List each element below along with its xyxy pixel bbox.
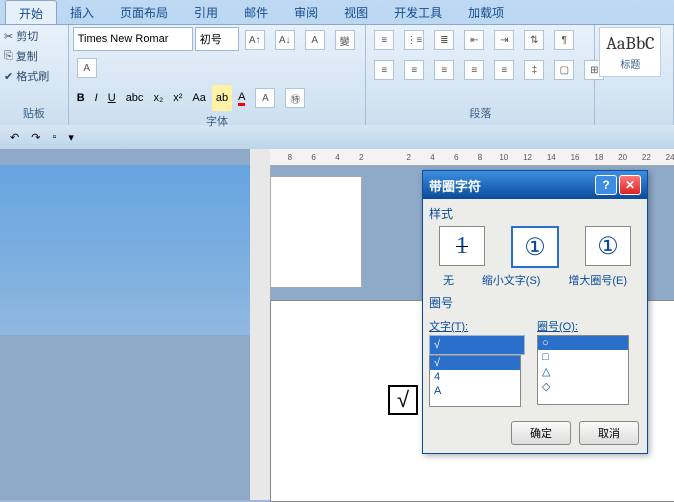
clear-format-button[interactable]: A: [301, 27, 329, 53]
help-button[interactable]: ?: [595, 175, 617, 195]
multilevel-button[interactable]: ≣: [430, 27, 458, 53]
dialog-titlebar[interactable]: 带圈字符 ? ✕: [423, 171, 647, 199]
page-thumbnail: [270, 176, 362, 288]
align-left-button[interactable]: ≡: [370, 57, 398, 83]
align-center-button[interactable]: ≡: [400, 57, 428, 83]
sort-button[interactable]: ⇅: [520, 27, 548, 53]
paragraph-label: 段落: [370, 103, 590, 123]
text-list[interactable]: √ 4 A: [429, 355, 521, 407]
text-input[interactable]: √: [429, 335, 525, 355]
cut-button[interactable]: ✂剪切: [4, 27, 49, 45]
tab-home[interactable]: 开始: [5, 0, 57, 24]
tab-addins[interactable]: 加载项: [455, 0, 517, 24]
circle-section-label: 圈号: [429, 294, 641, 311]
horizontal-ruler[interactable]: 864224681012141618202224: [270, 149, 674, 166]
font-color-button[interactable]: A: [234, 85, 249, 111]
clipboard-group: ✂剪切 ⎘复制 ✔格式刷 贴板: [0, 25, 69, 125]
style-title[interactable]: AaBbC 标题: [599, 27, 661, 77]
indent-dec-button[interactable]: ⇤: [460, 27, 488, 53]
numbering-button[interactable]: ⋮≡: [400, 27, 428, 53]
bold-button[interactable]: B: [73, 85, 89, 111]
undo-button[interactable]: ↶: [6, 127, 23, 147]
show-marks-button[interactable]: ¶: [550, 27, 578, 53]
new-doc-button[interactable]: ▫: [48, 127, 60, 147]
qat-more-button[interactable]: ▾: [64, 127, 78, 147]
char-shading-button[interactable]: A: [251, 85, 279, 111]
tab-references[interactable]: 引用: [181, 0, 231, 24]
enclose-char-button[interactable]: ㊕: [281, 85, 309, 111]
styles-group: AaBbC 标题: [595, 25, 674, 125]
ok-button[interactable]: 确定: [511, 421, 571, 445]
cancel-button[interactable]: 取消: [579, 421, 639, 445]
redo-button[interactable]: ↷: [27, 127, 44, 147]
shading-button[interactable]: ▢: [550, 57, 578, 83]
copy-button[interactable]: ⎘复制: [4, 47, 49, 65]
bullets-button[interactable]: ≡: [370, 27, 398, 53]
tab-mail[interactable]: 邮件: [231, 0, 281, 24]
paragraph-group: ≡ ⋮≡ ≣ ⇤ ⇥ ⇅ ¶ ≡ ≡ ≡ ≡ ≡ ‡ ▢ ⊞ 段落: [366, 25, 595, 125]
tab-layout[interactable]: 页面布局: [107, 0, 181, 24]
grow-font-button[interactable]: A↑: [241, 27, 269, 53]
enclosed-character: √: [388, 385, 418, 415]
underline-button[interactable]: U: [104, 85, 120, 111]
brush-icon: ✔: [4, 70, 13, 83]
clipboard-label: 贴板: [4, 103, 64, 123]
change-case-button[interactable]: Aa: [188, 85, 209, 111]
tab-dev[interactable]: 开发工具: [381, 0, 455, 24]
align-right-button[interactable]: ≡: [430, 57, 458, 83]
subscript-button[interactable]: x₂: [149, 85, 167, 111]
style-shrink[interactable]: ①: [511, 226, 559, 268]
italic-button[interactable]: I: [91, 85, 102, 111]
format-painter-button[interactable]: ✔格式刷: [4, 67, 49, 85]
ribbon-tabs: 开始 插入 页面布局 引用 邮件 审阅 视图 开发工具 加载项: [0, 0, 674, 24]
tab-insert[interactable]: 插入: [57, 0, 107, 24]
tab-view[interactable]: 视图: [331, 0, 381, 24]
circle-list[interactable]: ○ □ △ ◇: [537, 335, 629, 405]
document-icon: ▫: [52, 131, 56, 143]
style-section-label: 样式: [429, 205, 641, 222]
indent-inc-button[interactable]: ⇥: [490, 27, 518, 53]
style-enlarge[interactable]: ①: [585, 226, 631, 266]
tab-review[interactable]: 审阅: [281, 0, 331, 24]
phonetic-button[interactable]: 變: [331, 27, 359, 53]
scissors-icon: ✂: [4, 30, 13, 43]
strike-button[interactable]: abc: [122, 85, 148, 111]
superscript-button[interactable]: x²: [169, 85, 186, 111]
justify-button[interactable]: ≡: [460, 57, 488, 83]
enclose-dialog: 带圈字符 ? ✕ 样式 1 ① ① 无 缩小文字(S) 增大圈号(E) 圈号 文…: [422, 170, 648, 454]
highlight-button[interactable]: ab: [212, 85, 232, 111]
char-border-button[interactable]: A: [73, 55, 101, 81]
shrink-font-button[interactable]: A↓: [271, 27, 299, 53]
dialog-title: 带圈字符: [429, 176, 481, 195]
spacing-button[interactable]: ‡: [520, 57, 548, 83]
font-name-select[interactable]: Times New Romar: [73, 27, 193, 51]
close-button[interactable]: ✕: [619, 175, 641, 195]
font-size-select[interactable]: 初号: [195, 27, 239, 51]
font-group: Times New Romar 初号 A↑ A↓ A 變 A B I U abc…: [69, 25, 367, 125]
copy-icon: ⎘: [4, 50, 13, 63]
style-none[interactable]: 1: [439, 226, 485, 266]
font-label: 字体: [73, 111, 362, 131]
distribute-button[interactable]: ≡: [490, 57, 518, 83]
